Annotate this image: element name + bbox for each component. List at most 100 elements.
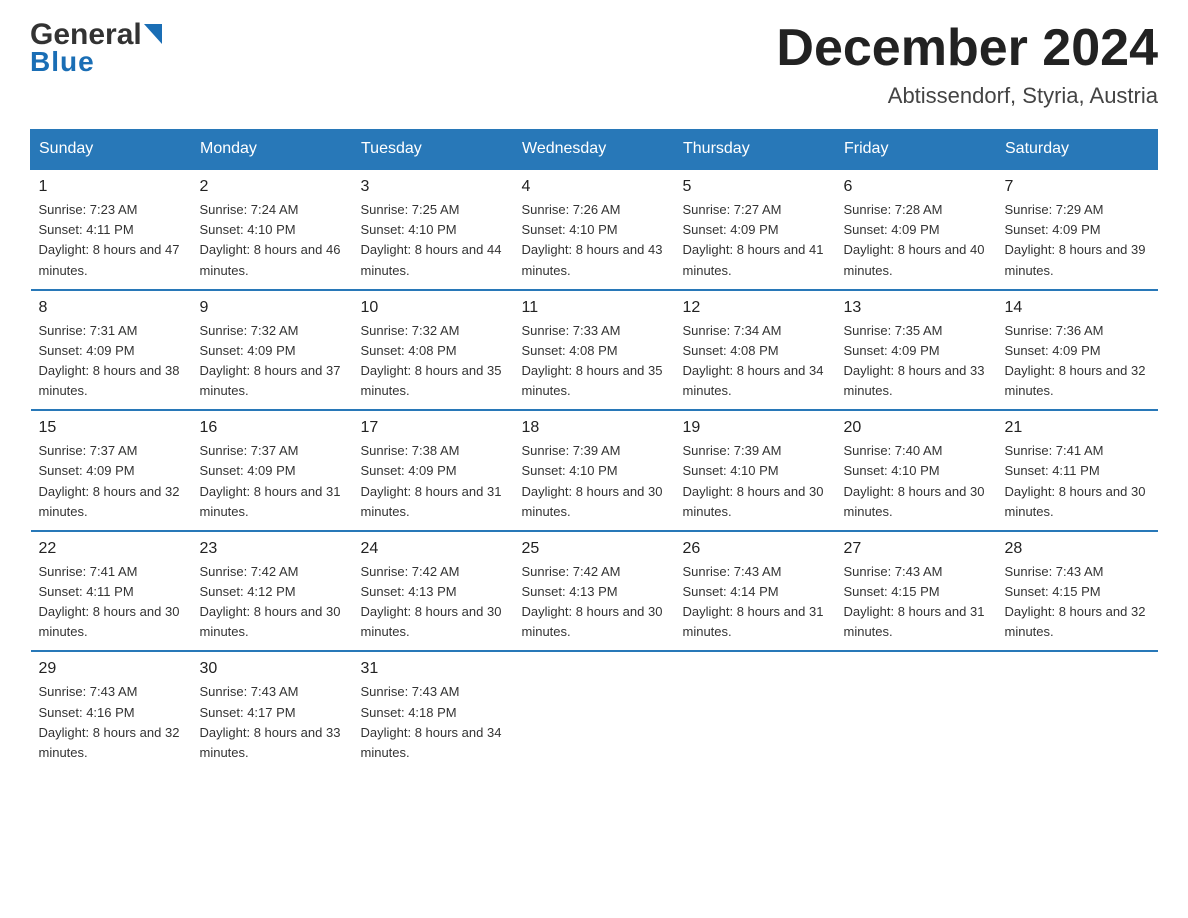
day-info: Sunrise: 7:23 AMSunset: 4:11 PMDaylight:…	[39, 200, 184, 281]
day-info: Sunrise: 7:39 AMSunset: 4:10 PMDaylight:…	[683, 441, 828, 522]
day-cell-30: 30 Sunrise: 7:43 AMSunset: 4:17 PMDaylig…	[192, 651, 353, 771]
empty-cell	[675, 651, 836, 771]
weekday-header-monday: Monday	[192, 130, 353, 170]
day-number: 11	[522, 299, 667, 317]
day-cell-17: 17 Sunrise: 7:38 AMSunset: 4:09 PMDaylig…	[353, 410, 514, 531]
day-cell-5: 5 Sunrise: 7:27 AMSunset: 4:09 PMDayligh…	[675, 169, 836, 290]
day-info: Sunrise: 7:28 AMSunset: 4:09 PMDaylight:…	[844, 200, 989, 281]
day-number: 29	[39, 660, 184, 678]
day-info: Sunrise: 7:43 AMSunset: 4:16 PMDaylight:…	[39, 682, 184, 763]
day-cell-15: 15 Sunrise: 7:37 AMSunset: 4:09 PMDaylig…	[31, 410, 192, 531]
day-cell-10: 10 Sunrise: 7:32 AMSunset: 4:08 PMDaylig…	[353, 290, 514, 411]
day-number: 10	[361, 299, 506, 317]
day-info: Sunrise: 7:29 AMSunset: 4:09 PMDaylight:…	[1005, 200, 1150, 281]
day-number: 28	[1005, 540, 1150, 558]
day-number: 4	[522, 178, 667, 196]
day-number: 15	[39, 419, 184, 437]
day-info: Sunrise: 7:31 AMSunset: 4:09 PMDaylight:…	[39, 321, 184, 402]
title-area: December 2024 Abtissendorf, Styria, Aust…	[776, 20, 1158, 109]
day-info: Sunrise: 7:41 AMSunset: 4:11 PMDaylight:…	[1005, 441, 1150, 522]
day-cell-3: 3 Sunrise: 7:25 AMSunset: 4:10 PMDayligh…	[353, 169, 514, 290]
logo-blue: Blue	[30, 46, 95, 78]
day-info: Sunrise: 7:40 AMSunset: 4:10 PMDaylight:…	[844, 441, 989, 522]
week-row-5: 29 Sunrise: 7:43 AMSunset: 4:16 PMDaylig…	[31, 651, 1158, 771]
day-number: 14	[1005, 299, 1150, 317]
day-number: 16	[200, 419, 345, 437]
day-info: Sunrise: 7:32 AMSunset: 4:09 PMDaylight:…	[200, 321, 345, 402]
day-number: 31	[361, 660, 506, 678]
day-number: 27	[844, 540, 989, 558]
day-number: 8	[39, 299, 184, 317]
month-title: December 2024	[776, 20, 1158, 77]
day-number: 19	[683, 419, 828, 437]
day-info: Sunrise: 7:43 AMSunset: 4:18 PMDaylight:…	[361, 682, 506, 763]
day-number: 7	[1005, 178, 1150, 196]
day-info: Sunrise: 7:38 AMSunset: 4:09 PMDaylight:…	[361, 441, 506, 522]
day-number: 20	[844, 419, 989, 437]
day-number: 21	[1005, 419, 1150, 437]
weekday-header-thursday: Thursday	[675, 130, 836, 170]
day-cell-7: 7 Sunrise: 7:29 AMSunset: 4:09 PMDayligh…	[997, 169, 1158, 290]
day-info: Sunrise: 7:43 AMSunset: 4:15 PMDaylight:…	[1005, 562, 1150, 643]
day-cell-31: 31 Sunrise: 7:43 AMSunset: 4:18 PMDaylig…	[353, 651, 514, 771]
day-info: Sunrise: 7:32 AMSunset: 4:08 PMDaylight:…	[361, 321, 506, 402]
day-cell-2: 2 Sunrise: 7:24 AMSunset: 4:10 PMDayligh…	[192, 169, 353, 290]
weekday-header-saturday: Saturday	[997, 130, 1158, 170]
day-cell-22: 22 Sunrise: 7:41 AMSunset: 4:11 PMDaylig…	[31, 531, 192, 652]
day-info: Sunrise: 7:42 AMSunset: 4:12 PMDaylight:…	[200, 562, 345, 643]
day-info: Sunrise: 7:27 AMSunset: 4:09 PMDaylight:…	[683, 200, 828, 281]
weekday-header-friday: Friday	[836, 130, 997, 170]
empty-cell	[514, 651, 675, 771]
day-info: Sunrise: 7:39 AMSunset: 4:10 PMDaylight:…	[522, 441, 667, 522]
weekday-header-sunday: Sunday	[31, 130, 192, 170]
day-cell-14: 14 Sunrise: 7:36 AMSunset: 4:09 PMDaylig…	[997, 290, 1158, 411]
day-cell-25: 25 Sunrise: 7:42 AMSunset: 4:13 PMDaylig…	[514, 531, 675, 652]
day-cell-24: 24 Sunrise: 7:42 AMSunset: 4:13 PMDaylig…	[353, 531, 514, 652]
day-number: 6	[844, 178, 989, 196]
calendar-table: SundayMondayTuesdayWednesdayThursdayFrid…	[30, 129, 1158, 771]
day-cell-21: 21 Sunrise: 7:41 AMSunset: 4:11 PMDaylig…	[997, 410, 1158, 531]
day-info: Sunrise: 7:42 AMSunset: 4:13 PMDaylight:…	[361, 562, 506, 643]
day-number: 9	[200, 299, 345, 317]
day-info: Sunrise: 7:37 AMSunset: 4:09 PMDaylight:…	[200, 441, 345, 522]
day-number: 3	[361, 178, 506, 196]
day-number: 17	[361, 419, 506, 437]
day-number: 18	[522, 419, 667, 437]
day-info: Sunrise: 7:25 AMSunset: 4:10 PMDaylight:…	[361, 200, 506, 281]
day-number: 1	[39, 178, 184, 196]
week-row-2: 8 Sunrise: 7:31 AMSunset: 4:09 PMDayligh…	[31, 290, 1158, 411]
header: General Blue December 2024 Abtissendorf,…	[30, 20, 1158, 109]
day-info: Sunrise: 7:33 AMSunset: 4:08 PMDaylight:…	[522, 321, 667, 402]
day-cell-1: 1 Sunrise: 7:23 AMSunset: 4:11 PMDayligh…	[31, 169, 192, 290]
week-row-3: 15 Sunrise: 7:37 AMSunset: 4:09 PMDaylig…	[31, 410, 1158, 531]
day-info: Sunrise: 7:43 AMSunset: 4:17 PMDaylight:…	[200, 682, 345, 763]
logo: General Blue	[30, 20, 162, 78]
day-cell-13: 13 Sunrise: 7:35 AMSunset: 4:09 PMDaylig…	[836, 290, 997, 411]
day-cell-9: 9 Sunrise: 7:32 AMSunset: 4:09 PMDayligh…	[192, 290, 353, 411]
day-info: Sunrise: 7:26 AMSunset: 4:10 PMDaylight:…	[522, 200, 667, 281]
location-title: Abtissendorf, Styria, Austria	[776, 83, 1158, 109]
day-number: 13	[844, 299, 989, 317]
day-cell-27: 27 Sunrise: 7:43 AMSunset: 4:15 PMDaylig…	[836, 531, 997, 652]
day-number: 25	[522, 540, 667, 558]
day-cell-19: 19 Sunrise: 7:39 AMSunset: 4:10 PMDaylig…	[675, 410, 836, 531]
empty-cell	[836, 651, 997, 771]
day-info: Sunrise: 7:41 AMSunset: 4:11 PMDaylight:…	[39, 562, 184, 643]
day-number: 30	[200, 660, 345, 678]
day-cell-12: 12 Sunrise: 7:34 AMSunset: 4:08 PMDaylig…	[675, 290, 836, 411]
day-number: 5	[683, 178, 828, 196]
day-info: Sunrise: 7:36 AMSunset: 4:09 PMDaylight:…	[1005, 321, 1150, 402]
day-info: Sunrise: 7:42 AMSunset: 4:13 PMDaylight:…	[522, 562, 667, 643]
day-number: 24	[361, 540, 506, 558]
day-info: Sunrise: 7:43 AMSunset: 4:14 PMDaylight:…	[683, 562, 828, 643]
day-info: Sunrise: 7:35 AMSunset: 4:09 PMDaylight:…	[844, 321, 989, 402]
logo-triangle-icon	[144, 24, 162, 44]
weekday-header-row: SundayMondayTuesdayWednesdayThursdayFrid…	[31, 130, 1158, 170]
day-cell-8: 8 Sunrise: 7:31 AMSunset: 4:09 PMDayligh…	[31, 290, 192, 411]
week-row-1: 1 Sunrise: 7:23 AMSunset: 4:11 PMDayligh…	[31, 169, 1158, 290]
day-info: Sunrise: 7:37 AMSunset: 4:09 PMDaylight:…	[39, 441, 184, 522]
day-number: 2	[200, 178, 345, 196]
day-number: 22	[39, 540, 184, 558]
week-row-4: 22 Sunrise: 7:41 AMSunset: 4:11 PMDaylig…	[31, 531, 1158, 652]
day-cell-28: 28 Sunrise: 7:43 AMSunset: 4:15 PMDaylig…	[997, 531, 1158, 652]
